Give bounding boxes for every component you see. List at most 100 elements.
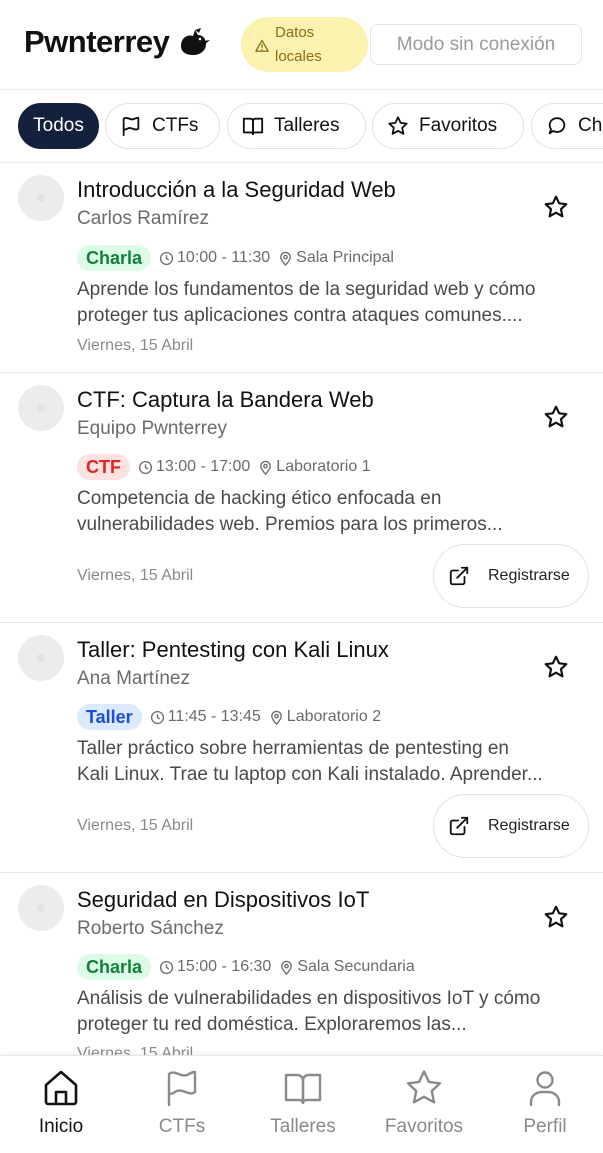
favorite-star-icon[interactable] [543,904,569,930]
description-line: Análisis de vulnerabilidades en disposit… [77,988,541,1009]
filter-chip-ctfs[interactable]: CTFs [105,103,220,149]
book-icon [242,117,264,136]
avatar [18,175,64,221]
favorite-star-icon[interactable] [543,404,569,430]
external-link-icon [449,816,469,836]
chip-label: Ch [578,115,603,136]
chat-icon [548,117,566,135]
clock-icon [159,251,174,265]
favorite-star-icon[interactable] [543,194,569,220]
register-button[interactable]: Registrarse [433,794,589,858]
map-pin-icon [280,251,291,266]
event-card[interactable]: Seguridad en Dispositivos IoT Roberto Sá… [0,873,603,1073]
chip-label: Favoritos [419,115,498,136]
event-time-text: 15:00 - 16:30 [177,958,272,975]
map-pin-icon [270,710,282,725]
event-location-text: Sala Principal [296,249,394,266]
offline-mode-button[interactable]: Modo sin conexión [370,24,582,65]
event-description: Análisis de vulnerabilidades en disposit… [77,986,592,1038]
star-icon [388,116,408,135]
event-time-text: 11:45 - 13:45 [167,708,261,725]
register-button[interactable]: Registrarse [433,544,589,608]
description-line: vulnerabilidades web. Premios para los p… [77,514,503,535]
nav-item-favoritos[interactable]: Favoritos [369,1068,479,1148]
event-meta: CTF 13:00 - 17:00 Laboratorio 1 [77,454,379,480]
event-meta: Charla 10:00 - 11:30 Sala Principal [77,245,402,271]
event-type-badge: CTF [77,454,130,480]
local-data-badge: Datos locales [241,17,368,72]
event-location: Laboratorio 2 [269,708,381,726]
nav-label: Talleres [270,1116,336,1137]
event-location: Laboratorio 1 [258,458,371,476]
event-time: 11:45 - 13:45 [150,708,261,726]
event-location: Sala Principal [278,249,394,267]
event-date: Viernes, 15 Abril [77,337,194,354]
event-date: Viernes, 15 Abril [77,567,194,584]
nav-label: Perfil [523,1116,567,1137]
description-line: Competencia de hacking ético enfocada en [77,488,442,509]
event-time: 15:00 - 16:30 [159,958,271,976]
avatar [18,635,64,681]
event-description: Competencia de hacking ético enfocada en… [77,486,592,538]
event-meta: Charla 15:00 - 16:30 Sala Secundaria [77,954,423,980]
event-title: CTF: Captura la Bandera Web [77,387,374,412]
event-location-text: Laboratorio 2 [286,708,382,725]
map-pin-icon [281,960,293,975]
flag-icon [122,116,140,137]
map-pin-icon [260,460,272,475]
register-label: Registrarse [488,817,570,834]
event-card[interactable]: Taller: Pentesting con Kali Linux Ana Ma… [0,623,603,873]
avatar [18,885,64,931]
home-icon [44,1070,78,1106]
nav-item-talleres[interactable]: Talleres [248,1068,358,1148]
event-card[interactable]: CTF: Captura la Bandera Web Equipo Pwnte… [0,373,603,623]
event-title: Taller: Pentesting con Kali Linux [77,637,389,662]
event-card[interactable]: Introducción a la Seguridad Web Carlos R… [0,163,603,373]
clock-icon [150,710,164,724]
event-location: Sala Secundaria [279,958,415,976]
event-time-text: 10:00 - 11:30 [177,249,271,266]
nav-label: Favoritos [384,1116,464,1137]
external-link-icon [449,566,469,586]
event-location-text: Sala Secundaria [297,958,415,975]
avatar [18,385,64,431]
raven-logo-icon [181,28,211,55]
event-description: Aprende los fundamentos de la seguridad … [77,277,592,329]
event-date: Viernes, 15 Abril [77,817,194,834]
event-speaker: Ana Martínez [77,668,190,689]
filter-chips: Todos CTFs Talleres Favoritos Ch [0,90,603,163]
app-header: Pwnterrey Datos locales Modo sin conexió… [0,0,603,90]
event-title: Introducción a la Seguridad Web [77,177,396,202]
clock-icon [138,460,153,474]
chip-label: Talleres [274,115,340,136]
filter-chip-todos[interactable]: Todos [18,103,99,149]
description-line: proteger tu red doméstica. Exploraremos … [77,1014,467,1035]
flag-icon [167,1070,197,1107]
filter-chip-talleres[interactable]: Talleres [227,103,366,149]
event-speaker: Equipo Pwnterrey [77,418,227,439]
event-type-badge: Charla [77,245,152,271]
favorite-star-icon[interactable] [543,654,569,680]
filter-chip-charlas[interactable]: Ch [531,103,603,149]
event-time: 13:00 - 17:00 [138,458,250,476]
nav-item-perfil[interactable]: Perfil [490,1068,600,1148]
book-icon [284,1073,322,1105]
description-line: Taller práctico sobre herramientas de pe… [77,738,509,759]
event-type-badge: Taller [77,704,142,730]
event-type-badge: Charla [77,954,152,980]
event-speaker: Carlos Ramírez [77,208,209,229]
description-line: Aprende los fundamentos de la seguridad … [77,279,536,300]
filter-chip-favoritos[interactable]: Favoritos [372,103,524,149]
nav-label: Inicio [38,1116,84,1137]
event-time: 10:00 - 11:30 [159,249,270,267]
brand[interactable]: Pwnterrey [24,24,211,60]
badge-line-1: Datos [275,23,315,41]
nav-item-ctfs[interactable]: CTFs [127,1068,237,1148]
nav-item-inicio[interactable]: Inicio [6,1068,116,1148]
star-icon [406,1070,442,1104]
badge-line-2: locales [275,47,322,65]
event-title: Seguridad en Dispositivos IoT [77,887,370,912]
user-icon [529,1071,561,1107]
event-location-text: Laboratorio 1 [276,458,371,475]
chip-label: Todos [33,115,84,136]
